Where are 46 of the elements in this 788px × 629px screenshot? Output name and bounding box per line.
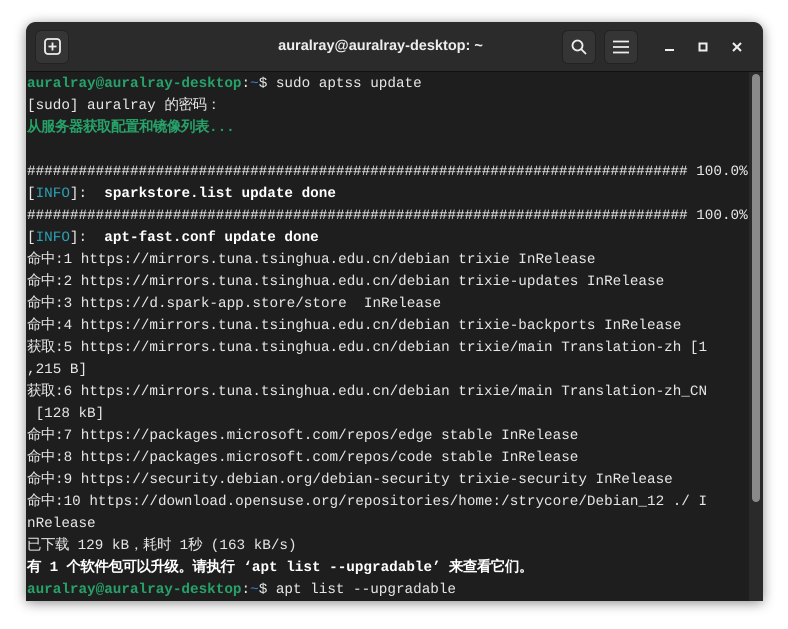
search-button[interactable] [562, 30, 596, 64]
close-icon [732, 42, 742, 52]
plus-square-icon [44, 38, 60, 55]
terminal-text: 有 1 个软件包可以升级。请执行 ‘apt list --upgradable’ 来查看它们。 [27, 557, 534, 578]
terminal-text: [ [27, 185, 36, 204]
terminal-text: [ [27, 229, 36, 248]
maximize-icon [698, 42, 708, 52]
terminal-text: : [242, 75, 250, 94]
search-icon [571, 38, 587, 54]
prompt-path: ~ [250, 75, 259, 94]
terminal-text: 命中:3 https://d.spark-app.store/store InRelease [27, 294, 442, 314]
terminal-text: ############################################################################# 100.0% [27, 163, 748, 182]
menu-icon [613, 40, 629, 54]
terminal-text: [128 kB] [34, 405, 104, 424]
terminal-text: ,215 B] [27, 361, 88, 380]
terminal-text: $ apt list --upgradable [258, 581, 456, 600]
terminal-text: ############################################################################# 100.0% [27, 207, 748, 226]
terminal-text: 获取:6 https://mirrors.tuna.tsinghua.edu.cn/debian trixie/main Translation-zh_CN [27, 382, 708, 402]
info-tag: INFO [36, 183, 70, 205]
minimize-icon [664, 49, 674, 51]
terminal-text: 命中:9 https://security.debian.org/debian-security trixie-security InRelease [27, 470, 673, 490]
terminal-text: 命中:1 https://mirrors.tuna.tsinghua.edu.cn/debian trixie InRelease [27, 250, 596, 270]
window-title: auralray@auralray-desktop: ~ [278, 36, 483, 56]
prompt-user: auralray@auralray-desktop [27, 581, 242, 600]
terminal-text: 命中:10 https://download.opensuse.org/repositories/home:/strycore/Debian_12 ./ I [27, 492, 708, 512]
terminal-text: : [242, 581, 250, 600]
terminal-text: sparkstore.list update done [104, 185, 336, 204]
terminal-text: 已下载 129 kB，耗时 1秒 (163 kB/s) [27, 536, 297, 556]
terminal-text: ]: [70, 229, 88, 248]
terminal-text: 获取:5 https://mirrors.tuna.tsinghua.edu.cn/debian trixie/main Translation-zh [1 [27, 338, 708, 358]
terminal-text: [sudo] auralray 的密码： [27, 96, 220, 116]
terminal-text: 从服务器获取配置和镜像列表... [27, 118, 235, 138]
new-tab-button[interactable] [35, 30, 69, 64]
terminal-text: ]: [70, 185, 88, 204]
menu-button[interactable] [604, 30, 638, 64]
scrollbar-thumb[interactable] [752, 74, 760, 502]
terminal-text: $ sudo aptss update [258, 75, 422, 94]
terminal-text: nRelease [27, 515, 96, 534]
terminal-text: 命中:2 https://mirrors.tuna.tsinghua.edu.cn/debian trixie-updates InRelease [27, 272, 664, 292]
prompt-user: auralray@auralray-desktop [27, 75, 242, 94]
prompt-path: ~ [250, 581, 259, 600]
terminal-text: 命中:8 https://packages.microsoft.com/repos/code stable InRelease [27, 448, 578, 468]
terminal-text: apt-fast.conf update done [104, 229, 319, 248]
terminal-text: 命中:4 https://mirrors.tuna.tsinghua.edu.cn/debian trixie-backports InRelease [27, 316, 682, 336]
terminal-text: 命中:7 https://packages.microsoft.com/repos/edge stable InRelease [27, 426, 578, 446]
info-tag: INFO [36, 227, 70, 249]
